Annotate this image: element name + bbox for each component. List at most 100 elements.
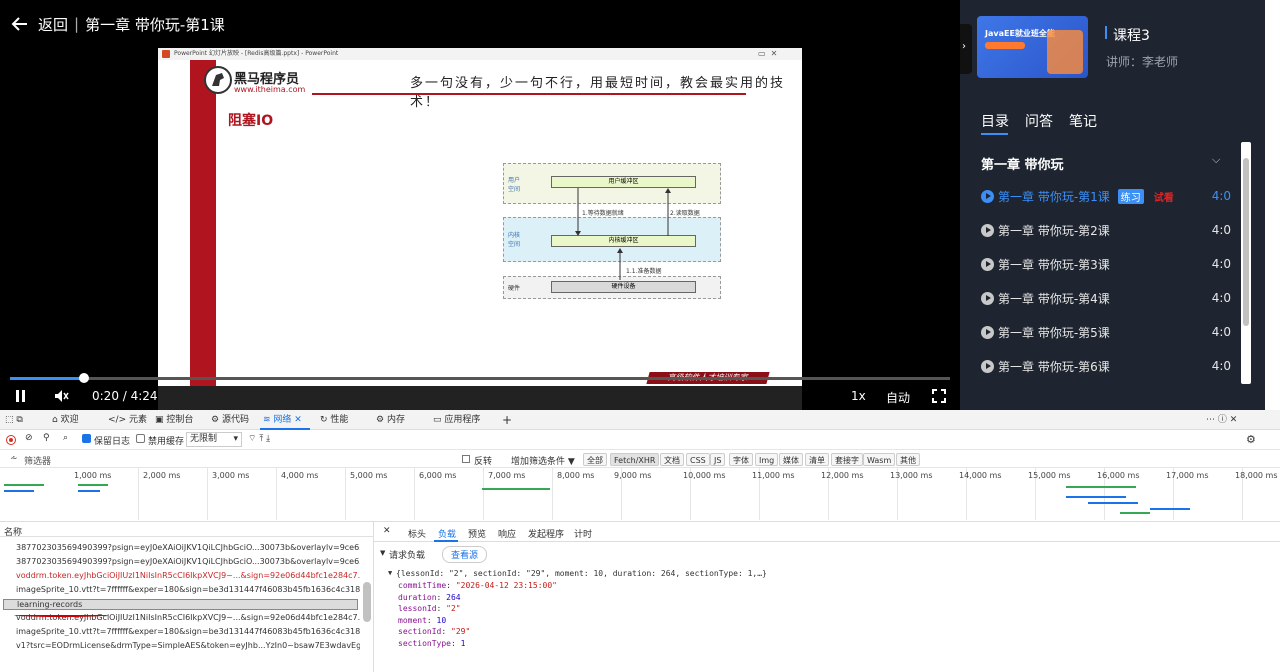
tab-elements[interactable]: </> 元素 [108, 410, 147, 430]
filter-manifest[interactable]: 清单 [805, 453, 829, 466]
request-list-scroll-thumb[interactable] [363, 582, 371, 622]
filter-input[interactable]: 筛选器 [24, 454, 51, 467]
timeline-ms-label: 2,000 ms [143, 471, 181, 480]
mute-icon[interactable] [53, 388, 69, 404]
thumb-text: JavaEE就业班全能 [985, 29, 1055, 38]
horse-logo-icon [204, 66, 232, 94]
invert-checkbox[interactable] [462, 455, 470, 463]
preserve-log-checkbox[interactable] [82, 434, 91, 443]
view-source-button[interactable]: 查看源 [442, 546, 488, 563]
timeline-ms-label: 7,000 ms [488, 471, 526, 480]
tab-response[interactable]: 响应 [498, 527, 516, 540]
close-detail-icon[interactable]: ✕ [383, 526, 391, 536]
filter-font[interactable]: 字体 [729, 453, 753, 466]
practice-badge[interactable]: 练习 [1117, 189, 1144, 204]
expand-triangle-icon[interactable]: ▼ [388, 569, 392, 577]
player-topbar: 返回 | 第一章 带你玩-第1课 [0, 0, 960, 48]
payload-field: commitTime: "2026-04-12 23:15:00" [398, 581, 557, 590]
slide-slogan: 多一句没有，少一句不行，用最短时间，教会最实用的技术！ [410, 76, 786, 110]
timeline-bar [482, 488, 550, 490]
clear-icon[interactable]: ⊘ [25, 433, 33, 443]
filter-socket[interactable]: 套接字 [831, 453, 863, 466]
request-row[interactable]: learning-records [3, 599, 358, 610]
disable-cache-checkbox[interactable] [136, 434, 145, 443]
tab-sources[interactable]: ⚙ 源代码 [211, 410, 249, 430]
tab-timing[interactable]: 计时 [574, 527, 592, 540]
video-player[interactable]: 返回 | 第一章 带你玩-第1课 PowerPoint 幻灯片放映 - [Red… [0, 0, 960, 410]
quality-button[interactable]: 自动 [886, 389, 910, 406]
more-icon[interactable]: ⋯ ⓘ ✕ [1206, 410, 1237, 430]
slogan-underline [312, 93, 746, 95]
request-row[interactable]: 387702303569490399?psign=eyJ0eXAiOiJKV1Q… [16, 557, 360, 566]
tab-welcome[interactable]: ⌂ 欢迎 [52, 410, 79, 430]
video-title: 第一章 带你玩-第1课 [85, 15, 225, 34]
tab-catalog[interactable]: 目录 [981, 111, 1009, 131]
tab-headers[interactable]: 标头 [408, 527, 426, 540]
network-overview[interactable]: 1,000 ms 2,000 ms 3,000 ms 4,000 ms 5,000 ms… [0, 468, 1280, 522]
payload-value: 10 [436, 615, 447, 625]
request-row[interactable]: voddrm.token.eyJhbGciOiJIUzI1NiIsInR5cCI… [16, 571, 360, 580]
timeline-bar [1066, 496, 1126, 498]
tab-initiator[interactable]: 发起程序 [528, 527, 564, 540]
back-label[interactable]: 返回 [38, 14, 68, 35]
fullscreen-icon[interactable] [932, 389, 946, 403]
lesson-item-2[interactable]: 第一章 带你玩-第2课 4:0 [981, 222, 1231, 240]
wifi-settings-icon[interactable]: ⌔ ⤒ ⤓ [248, 433, 270, 444]
back-arrow-icon[interactable] [10, 14, 30, 34]
filter-all[interactable]: 全部 [583, 453, 607, 466]
timeline-gridline [345, 468, 346, 520]
device-toggle-icon[interactable]: ⬚ ⧉ [5, 410, 23, 430]
chapter-title[interactable]: 第一章 带你玩 [981, 154, 1064, 173]
request-row[interactable]: imageSprite_10.vtt?t=7ffffff&exper=180&s… [16, 585, 360, 594]
timeline-ms-label: 8,000 ms [557, 471, 595, 480]
progress-track[interactable] [10, 377, 950, 380]
collapse-sidebar-button[interactable]: › [960, 24, 972, 74]
pause-icon[interactable] [15, 390, 27, 402]
lesson-item-3[interactable]: 第一章 带你玩-第3课 4:0 [981, 256, 1231, 274]
chevron-down-icon[interactable]: ⌵ [1212, 153, 1220, 167]
filter-css[interactable]: CSS [686, 453, 710, 466]
payload-value: 264 [446, 592, 461, 602]
filter-js[interactable]: JS [710, 453, 726, 466]
payload-field: duration: 264 [398, 592, 461, 602]
lesson-item-5[interactable]: 第一章 带你玩-第5课 4:0 [981, 324, 1231, 342]
tab-memory[interactable]: ⚙ 内存 [376, 410, 405, 430]
search-icon[interactable]: ⌕ [63, 433, 68, 443]
user-buffer-bar: 用户缓冲区 [551, 176, 696, 188]
add-tab-icon[interactable]: + [502, 410, 512, 430]
lesson-item-6[interactable]: 第一章 带你玩-第6课 4:0 [981, 358, 1231, 376]
lesson-item-4[interactable]: 第一章 带你玩-第4课 4:0 [981, 290, 1231, 308]
tab-performance[interactable]: ↻ 性能 [320, 410, 348, 430]
payload-key: commitTime [398, 581, 447, 590]
tab-preview[interactable]: 预览 [468, 527, 486, 540]
tab-network[interactable]: ≋ 网络 ✕ [263, 410, 302, 430]
settings-gear-icon[interactable]: ⚙ [1246, 433, 1256, 446]
filter-doc[interactable]: 文档 [660, 453, 684, 466]
expand-triangle-icon[interactable]: ▼ [380, 549, 385, 557]
tab-notes[interactable]: 笔记 [1069, 111, 1097, 131]
filter-wasm[interactable]: Wasm [863, 453, 896, 466]
lesson-item-1[interactable]: 第一章 带你玩-第1课 练习 试看 4:0 [981, 188, 1231, 206]
record-icon[interactable] [6, 435, 16, 445]
tab-payload[interactable]: 负载 [438, 527, 456, 540]
filter-media[interactable]: 媒体 [779, 453, 803, 466]
request-row[interactable]: imageSprite_10.vtt?t=7ffffff&exper=180&s… [16, 627, 360, 636]
play-circle-icon [981, 224, 994, 237]
header-divider [0, 536, 374, 537]
tab-qa[interactable]: 问答 [1025, 111, 1053, 131]
sidebar-scroll-thumb[interactable] [1243, 158, 1249, 326]
play-circle-icon [981, 292, 994, 305]
filter-fetch-xhr[interactable]: Fetch/XHR [610, 453, 660, 466]
payload-value: "2" [446, 604, 461, 613]
tab-application[interactable]: ▭ 应用程序 [433, 410, 480, 430]
request-row[interactable]: 387702303569490399?psign=eyJ0eXAiOiJKV1Q… [16, 543, 360, 552]
tab-console[interactable]: ▣ 控制台 [155, 410, 193, 430]
filter-funnel-icon: ⩪ [10, 454, 18, 464]
throttle-select[interactable]: 无限制 ▾ [186, 432, 242, 447]
filter-other[interactable]: 其他 [896, 453, 920, 466]
request-row[interactable]: v1?tsrc=EODrmLicense&drmType=SimpleAES&t… [16, 641, 360, 650]
more-filters-dropdown[interactable]: 增加筛选条件 ▼ [511, 454, 575, 467]
filter-icon[interactable]: ⚲ [43, 433, 50, 443]
speed-button[interactable]: 1x [851, 389, 866, 403]
filter-img[interactable]: Img [755, 453, 779, 466]
